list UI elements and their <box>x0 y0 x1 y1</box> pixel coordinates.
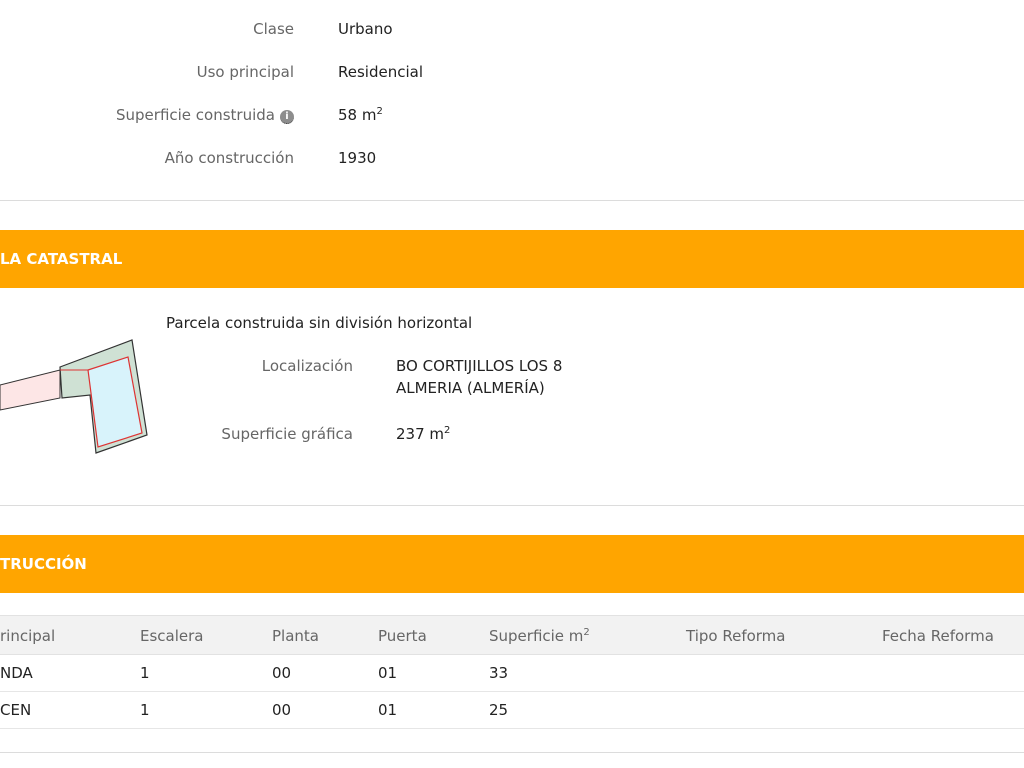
info-icon[interactable]: i <box>280 110 294 124</box>
superficie-construida-number: 58 m <box>338 106 377 124</box>
localizacion-line-1: BO CORTIJILLOS LOS 8 <box>396 357 563 375</box>
parcel-subtitle: Parcela construida sin división horizont… <box>166 314 473 332</box>
construction-section-title: TRUCCIÓN <box>0 555 87 573</box>
col-header-superficie: Superficie m2 <box>489 616 590 656</box>
superficie-grafica-value: 237 m2 <box>396 423 450 445</box>
col-header-tipo-reforma: Tipo Reforma <box>686 627 786 645</box>
row-clase: Clase Urbano <box>0 20 1024 44</box>
uso-principal-label: Uso principal <box>196 63 294 81</box>
superficie-grafica-unit-sup: 2 <box>444 425 451 436</box>
table-row: CEN 1 00 01 25 <box>0 692 1024 729</box>
localizacion-line-2: ALMERIA (ALMERÍA) <box>396 379 545 397</box>
localizacion-label: Localización <box>261 357 353 375</box>
cell-escalera: 1 <box>140 701 150 719</box>
col-header-escalera: Escalera <box>140 627 204 645</box>
cadastral-page: Clase Urbano Uso principal Residencial S… <box>0 0 1024 768</box>
row-anio-construccion: Año construcción 1930 <box>0 149 1024 173</box>
row-uso-principal: Uso principal Residencial <box>0 63 1024 87</box>
row-superficie-construida: Superficie construida i 58 m2 <box>0 106 1024 130</box>
col-header-superficie-sup: 2 <box>583 627 590 638</box>
col-header-planta: Planta <box>272 627 319 645</box>
col-header-fecha-reforma: Fecha Reforma <box>882 627 994 645</box>
table-header-row: rincipal Escalera Planta Puerta Superfic… <box>0 615 1024 655</box>
clase-label: Clase <box>253 20 294 38</box>
construction-section-header: TRUCCIÓN <box>0 535 1024 593</box>
anio-construccion-value: 1930 <box>338 149 377 167</box>
parcel-map-image <box>0 339 148 454</box>
col-header-superficie-text: Superficie m <box>489 627 584 645</box>
superficie-construida-label-wrap: Superficie construida i <box>116 106 294 124</box>
cell-puerta: 01 <box>378 701 398 719</box>
cell-superficie: 25 <box>489 701 509 719</box>
superficie-construida-label: Superficie construida <box>116 106 275 124</box>
cell-puerta: 01 <box>378 664 398 682</box>
divider <box>0 200 1024 201</box>
uso-principal-value: Residencial <box>338 63 423 81</box>
superficie-construida-unit-sup: 2 <box>376 106 383 117</box>
divider <box>0 752 1024 753</box>
col-header-uso: rincipal <box>0 627 56 645</box>
parcel-section-header: LA CATASTRAL <box>0 230 1024 288</box>
cell-planta: 00 <box>272 701 292 719</box>
anio-construccion-label: Año construcción <box>164 149 294 167</box>
divider <box>0 505 1024 506</box>
cell-superficie: 33 <box>489 664 509 682</box>
construction-table: rincipal Escalera Planta Puerta Superfic… <box>0 615 1024 729</box>
cell-uso: NDA <box>0 664 33 682</box>
cell-uso: CEN <box>0 701 32 719</box>
col-header-puerta: Puerta <box>378 627 427 645</box>
cell-planta: 00 <box>272 664 292 682</box>
clase-value: Urbano <box>338 20 393 38</box>
superficie-construida-value: 58 m2 <box>338 106 383 124</box>
table-row: NDA 1 00 01 33 <box>0 655 1024 692</box>
parcel-section-title: LA CATASTRAL <box>0 250 123 268</box>
superficie-grafica-label: Superficie gráfica <box>221 425 353 443</box>
superficie-grafica-number: 237 m <box>396 425 445 443</box>
cell-escalera: 1 <box>140 664 150 682</box>
localizacion-value: BO CORTIJILLOS LOS 8 ALMERIA (ALMERÍA) <box>396 355 562 399</box>
